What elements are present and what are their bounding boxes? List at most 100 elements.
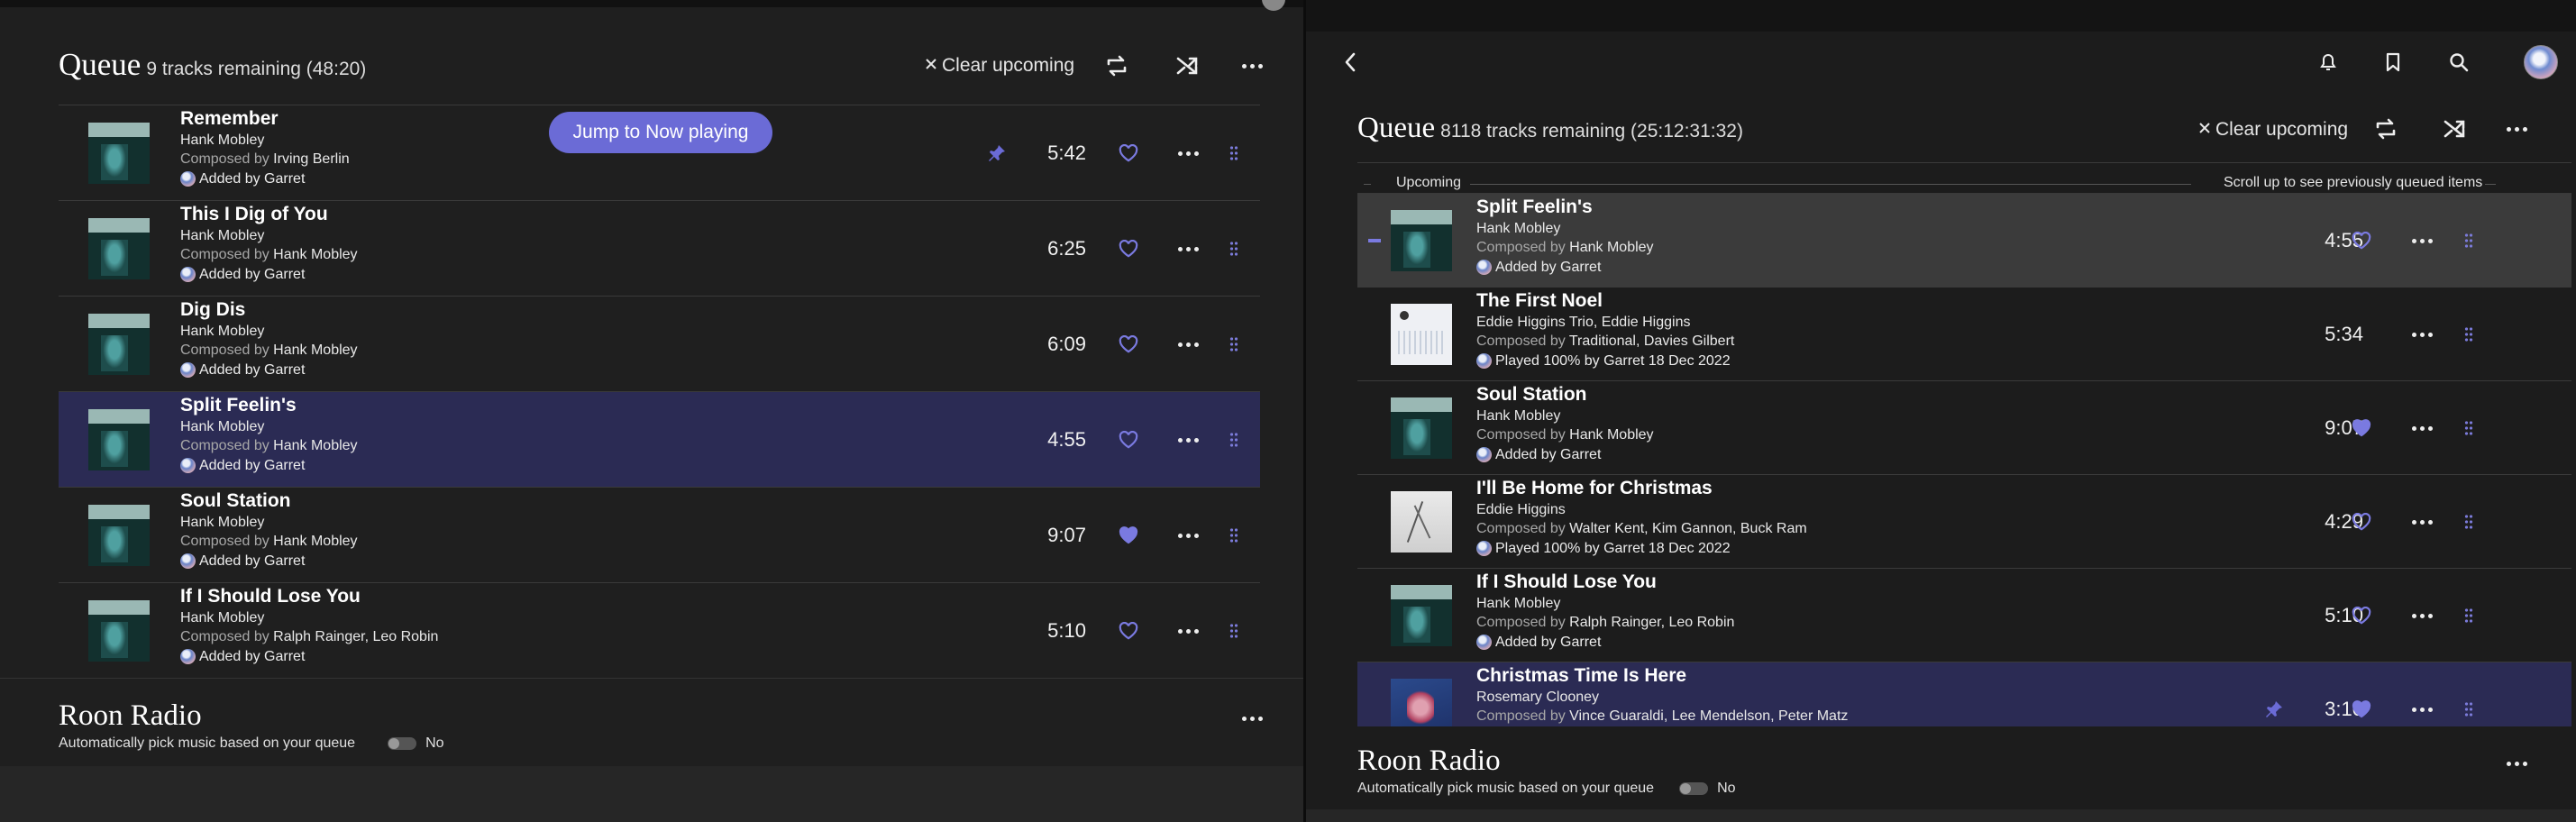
track-title[interactable]: I'll Be Home for Christmas — [1476, 477, 1807, 500]
track-title[interactable]: Dig Dis — [180, 298, 358, 322]
track-title[interactable]: Soul Station — [1476, 383, 1654, 406]
drag-handle-icon[interactable] — [2455, 415, 2482, 442]
track-title[interactable]: Christmas Time Is Here — [1476, 664, 1848, 688]
track-artist[interactable]: Rosemary Clooney — [1476, 688, 1848, 707]
more-icon[interactable] — [2501, 117, 2532, 141]
track-artist[interactable]: Hank Mobley — [180, 226, 358, 245]
drag-handle-icon[interactable] — [1220, 426, 1247, 453]
composer-names[interactable]: Hank Mobley — [273, 247, 357, 262]
heart-filled-icon[interactable] — [2348, 415, 2375, 442]
composer-names[interactable]: Hank Mobley — [273, 534, 357, 549]
heart-icon[interactable] — [1115, 426, 1142, 453]
album-art[interactable] — [88, 409, 150, 470]
composer-names[interactable]: Walter Kent, Kim Gannon, Buck Ram — [1569, 521, 1807, 536]
track-artist[interactable]: Eddie Higgins — [1476, 500, 1807, 519]
album-art[interactable] — [88, 600, 150, 662]
track-title[interactable]: Soul Station — [180, 489, 358, 513]
queue-row[interactable]: I'll Be Home for Christmas Eddie Higgins C… — [1357, 474, 2571, 568]
track-artist[interactable]: Hank Mobley — [180, 513, 358, 532]
drag-handle-icon[interactable] — [2455, 602, 2482, 629]
album-art[interactable] — [1391, 491, 1452, 553]
track-artist[interactable]: Hank Mobley — [180, 417, 358, 436]
composer-names[interactable]: Hank Mobley — [273, 342, 357, 358]
track-title[interactable]: Split Feelin's — [1476, 196, 1654, 219]
heart-icon[interactable] — [1115, 235, 1142, 262]
heart-filled-icon[interactable] — [1115, 522, 1142, 549]
drag-handle-icon[interactable] — [1220, 617, 1247, 644]
track-artist[interactable]: Eddie Higgins Trio, Eddie Higgins — [1476, 313, 1734, 332]
more-icon[interactable] — [1174, 235, 1201, 262]
repeat-icon[interactable] — [1101, 52, 1132, 79]
radio-toggle[interactable] — [388, 737, 417, 750]
drag-handle-icon[interactable] — [2455, 696, 2482, 723]
drag-handle-icon[interactable] — [1220, 522, 1247, 549]
clear-upcoming-button[interactable]: Clear upcoming — [2197, 119, 2348, 141]
composer-names[interactable]: Irving Berlin — [273, 151, 349, 167]
track-artist[interactable]: Hank Mobley — [1476, 594, 1734, 613]
queue-row[interactable]: If I Should Lose You Hank Mobley Composed … — [59, 582, 1260, 678]
album-art[interactable] — [88, 505, 150, 566]
track-artist[interactable]: Hank Mobley — [1476, 406, 1654, 425]
avatar[interactable] — [1262, 0, 1285, 11]
radio-toggle[interactable] — [1679, 782, 1709, 795]
album-art[interactable] — [88, 218, 150, 279]
album-art[interactable] — [1391, 304, 1452, 365]
more-icon[interactable] — [2408, 227, 2435, 254]
heart-icon[interactable] — [2348, 227, 2375, 254]
more-icon[interactable] — [1174, 617, 1201, 644]
more-icon[interactable] — [1174, 522, 1201, 549]
queue-row[interactable]: If I Should Lose You Hank Mobley Composed … — [1357, 568, 2571, 662]
repeat-icon[interactable] — [2370, 115, 2401, 142]
heart-icon[interactable] — [1115, 331, 1142, 358]
bookmark-icon[interactable] — [2381, 50, 2405, 75]
more-icon[interactable] — [1174, 331, 1201, 358]
track-artist[interactable]: Hank Mobley — [180, 608, 438, 627]
composer-names[interactable]: Hank Mobley — [1569, 240, 1653, 255]
album-art[interactable] — [1391, 397, 1452, 459]
composer-names[interactable]: Vince Guaraldi, Lee Mendelson, Peter Mat… — [1569, 708, 1848, 724]
heart-icon[interactable] — [1115, 617, 1142, 644]
album-art[interactable] — [88, 123, 150, 184]
album-art[interactable] — [1391, 585, 1452, 646]
track-title[interactable]: Split Feelin's — [180, 394, 358, 417]
album-art[interactable] — [88, 314, 150, 375]
more-icon[interactable] — [2408, 696, 2435, 723]
search-icon[interactable] — [2447, 50, 2471, 75]
track-artist[interactable]: Hank Mobley — [180, 131, 350, 150]
track-artist[interactable]: Hank Mobley — [180, 322, 358, 341]
queue-row[interactable]: Split Feelin's Hank Mobley Composed by Han… — [59, 391, 1260, 487]
drag-handle-icon[interactable] — [1220, 140, 1247, 167]
queue-row[interactable]: Soul Station Hank Mobley Composed by Hank … — [59, 487, 1260, 582]
queue-row[interactable]: This I Dig of You Hank Mobley Composed by … — [59, 200, 1260, 296]
avatar[interactable] — [2524, 45, 2558, 79]
radio-more-icon[interactable] — [2501, 752, 2532, 775]
heart-icon[interactable] — [2348, 602, 2375, 629]
composer-names[interactable]: Ralph Rainger, Leo Robin — [273, 629, 438, 644]
queue-row[interactable]: Christmas Time Is Here Rosemary Clooney Co… — [1357, 662, 2571, 726]
track-title[interactable]: Remember — [180, 107, 350, 131]
track-artist[interactable]: Hank Mobley — [1476, 219, 1654, 238]
more-icon[interactable] — [2408, 508, 2435, 535]
album-art[interactable] — [1391, 679, 1452, 726]
radio-more-icon[interactable] — [1237, 707, 1267, 730]
more-icon[interactable] — [2408, 415, 2435, 442]
composer-names[interactable]: Hank Mobley — [1569, 427, 1653, 443]
shuffle-icon[interactable] — [2439, 115, 2470, 142]
queue-row[interactable]: Split Feelin's Hank Mobley Composed by Han… — [1357, 193, 2571, 287]
shuffle-icon[interactable] — [1172, 52, 1202, 79]
pin-icon[interactable] — [2261, 696, 2288, 723]
track-title[interactable]: This I Dig of You — [180, 203, 358, 226]
more-icon[interactable] — [1237, 54, 1267, 78]
clear-upcoming-button[interactable]: Clear upcoming — [924, 55, 1074, 77]
more-icon[interactable] — [2408, 321, 2435, 348]
heart-filled-icon[interactable] — [2348, 696, 2375, 723]
track-title[interactable]: If I Should Lose You — [1476, 571, 1734, 594]
drag-handle-icon[interactable] — [1220, 235, 1247, 262]
queue-row[interactable]: The First Noel Eddie Higgins Trio, Eddie … — [1357, 287, 2571, 380]
drag-handle-icon[interactable] — [1220, 331, 1247, 358]
album-art[interactable] — [1391, 210, 1452, 271]
queue-row[interactable]: Dig Dis Hank Mobley Composed by Hank Moble… — [59, 296, 1260, 391]
drag-handle-icon[interactable] — [2455, 227, 2482, 254]
drag-handle-icon[interactable] — [2455, 321, 2482, 348]
composer-names[interactable]: Traditional, Davies Gilbert — [1569, 333, 1734, 349]
